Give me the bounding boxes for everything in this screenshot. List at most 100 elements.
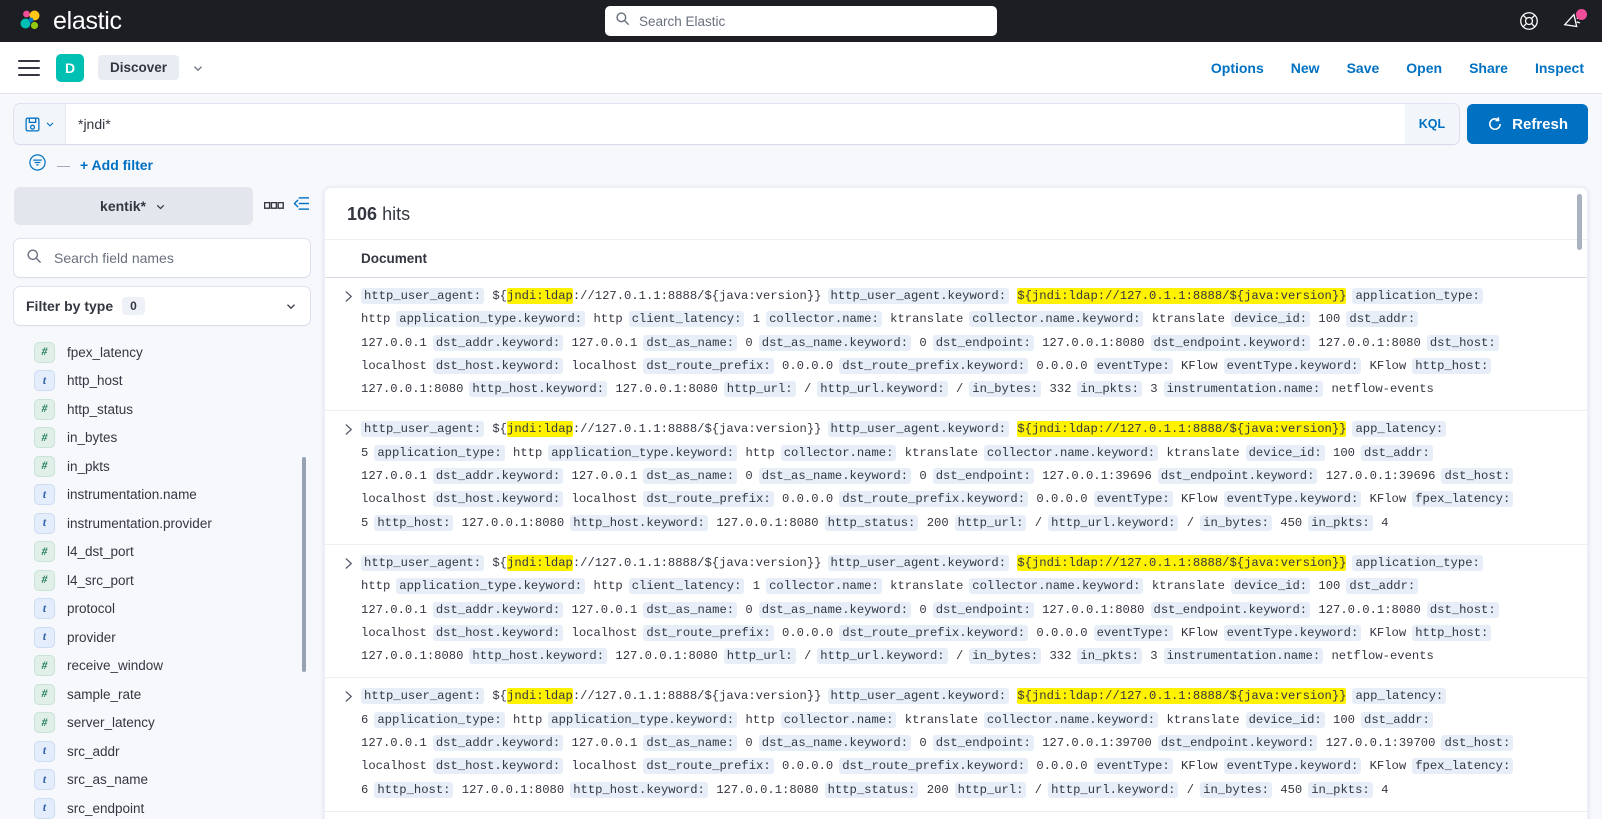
document-row[interactable]: http_user_agent: ${jndi:ldap://127.0.1.1… — [325, 411, 1587, 545]
document-field-name: http_url.keyword: — [1048, 514, 1179, 531]
document-field-value: 0.0.0.0 — [782, 759, 834, 774]
document-row[interactable]: http_user_agent: ${jndi:ldap://127.0.1.1… — [325, 278, 1587, 412]
field-name: src_endpoint — [67, 800, 145, 816]
document-field-value: / — [803, 382, 812, 397]
breadcrumb-discover[interactable]: Discover — [98, 55, 180, 80]
document-field-value: 127.0.0.1:8080 — [1042, 602, 1145, 617]
field-name: provider — [67, 629, 116, 645]
add-filter-button[interactable]: + Add filter — [80, 157, 153, 173]
collapse-sidebar-icon[interactable] — [293, 196, 310, 216]
expand-document-icon[interactable] — [335, 685, 361, 703]
document-summary: http_user_agent: ${jndi:ldap://127.0.1.1… — [361, 285, 1563, 401]
field-search-box[interactable] — [14, 239, 310, 277]
document-field-name: dst_host: — [1426, 334, 1499, 351]
field-list-item[interactable]: t provider — [14, 623, 310, 652]
field-search-input[interactable] — [52, 249, 298, 267]
field-list-item[interactable]: t http_host — [14, 367, 310, 396]
options-button[interactable]: Options — [1211, 60, 1264, 76]
document-field-name: dst_addr.keyword: — [432, 468, 564, 485]
index-pattern-label: kentik* — [100, 198, 146, 214]
document-field-name: dst_route_prefix.keyword: — [839, 491, 1029, 508]
field-list-item[interactable]: t src_addr — [14, 737, 310, 766]
hits-count-row: 106 hits — [325, 188, 1587, 239]
field-list-item[interactable]: # in_pkts — [14, 452, 310, 481]
document-field-value: / — [955, 649, 964, 664]
sidebar-scrollbar[interactable] — [302, 457, 306, 672]
announcement-icon[interactable] — [1562, 9, 1587, 32]
document-row[interactable]: http_user_agent: ${jndi:ldap://127.0.1.1… — [325, 678, 1587, 812]
lifebuoy-icon[interactable] — [1518, 10, 1540, 32]
document-field-name: eventType: — [1093, 491, 1173, 508]
document-field-value: 127.0.0.1 — [361, 602, 427, 617]
field-display-options-icon[interactable] — [263, 197, 284, 215]
field-list-item[interactable]: # server_latency — [14, 709, 310, 738]
elastic-discover-app: elastic Search Elastic D Discover Option… — [0, 0, 1602, 819]
search-icon — [615, 11, 630, 31]
filter-by-type-dropdown[interactable]: Filter by type 0 — [14, 287, 310, 325]
document-field-name: dst_as_name.keyword: — [758, 334, 912, 351]
field-list-item[interactable]: t protocol — [14, 595, 310, 624]
document-field-name: http_host.keyword: — [570, 514, 708, 531]
document-field-name: dst_endpoint: — [932, 468, 1034, 485]
chevron-down-icon[interactable] — [191, 61, 205, 75]
field-list-item[interactable]: # sample_rate — [14, 680, 310, 709]
query-input-group: KQL — [14, 104, 1460, 144]
expand-document-icon[interactable] — [335, 285, 361, 303]
number-type-icon: # — [34, 569, 55, 591]
save-button[interactable]: Save — [1347, 60, 1380, 76]
new-button[interactable]: New — [1291, 60, 1320, 76]
document-field-value: ktranslate — [904, 445, 978, 460]
string-type-icon: t — [34, 797, 55, 819]
field-list-item[interactable]: # http_status — [14, 395, 310, 424]
document-field-value: 0.0.0.0 — [1036, 358, 1088, 373]
expand-document-icon[interactable] — [335, 418, 361, 436]
document-field-value: 127.0.0.1:39696 — [1325, 469, 1436, 484]
menu-icon[interactable] — [18, 59, 40, 76]
saved-query-button[interactable] — [14, 104, 66, 144]
share-button[interactable]: Share — [1469, 60, 1508, 76]
filter-icon[interactable] — [28, 153, 47, 177]
field-list-item[interactable]: # fpex_latency — [14, 338, 310, 367]
query-input[interactable] — [66, 104, 1405, 144]
document-field-value: 127.0.0.1 — [571, 602, 638, 617]
document-field-value: http — [361, 312, 391, 327]
field-list-item[interactable]: # in_bytes — [14, 424, 310, 453]
refresh-button[interactable]: Refresh — [1467, 104, 1588, 144]
field-list-item[interactable]: t instrumentation.name — [14, 481, 310, 510]
open-button[interactable]: Open — [1406, 60, 1442, 76]
field-list-item[interactable]: t src_endpoint — [14, 794, 310, 819]
document-field-name: dst_addr: — [1361, 711, 1433, 728]
document-field-value: 332 — [1049, 382, 1072, 397]
hits-count: 106 — [347, 204, 378, 224]
document-field-name: in_bytes: — [969, 648, 1042, 665]
query-language-badge[interactable]: KQL — [1404, 104, 1460, 144]
elastic-brand[interactable]: elastic — [0, 8, 122, 34]
search-highlight: jndi:ldap — [507, 288, 573, 304]
document-field-value: localhost — [571, 492, 638, 507]
document-row[interactable]: http_user_agent: ${jndi:ldap://127.0.1.1… — [325, 545, 1587, 679]
expand-document-icon[interactable] — [335, 552, 361, 570]
global-search-box[interactable] — [605, 6, 997, 36]
field-name: l4_src_port — [67, 572, 134, 588]
inspect-button[interactable]: Inspect — [1535, 60, 1584, 76]
global-search-input[interactable] — [637, 12, 987, 30]
field-list-item[interactable]: t src_as_name — [14, 766, 310, 795]
field-list[interactable]: # fpex_latency t http_host # http_status # in_b… — [14, 338, 310, 819]
string-type-icon: t — [34, 370, 55, 392]
field-list-item[interactable]: # l4_dst_port — [14, 538, 310, 567]
document-field-name: http_user_agent: — [361, 421, 485, 438]
field-list-item[interactable]: t instrumentation.provider — [14, 509, 310, 538]
document-field-name: device_id: — [1230, 578, 1311, 595]
index-pattern-selector[interactable]: kentik* — [14, 187, 253, 225]
document-list-scrollbar[interactable] — [1577, 194, 1582, 250]
document-field-name: dst_host.keyword: — [432, 758, 564, 775]
field-list-item[interactable]: # receive_window — [14, 652, 310, 681]
document-field-name: in_pkts: — [1308, 781, 1373, 798]
document-field-value: 100 — [1333, 712, 1355, 727]
document-list[interactable]: http_user_agent: ${jndi:ldap://127.0.1.1… — [325, 278, 1587, 819]
document-field-value: 127.0.0.1:8080 — [615, 382, 718, 397]
search-icon — [26, 248, 42, 269]
document-field-name: application_type: — [374, 711, 505, 728]
space-avatar[interactable]: D — [56, 53, 84, 82]
field-list-item[interactable]: # l4_src_port — [14, 566, 310, 595]
